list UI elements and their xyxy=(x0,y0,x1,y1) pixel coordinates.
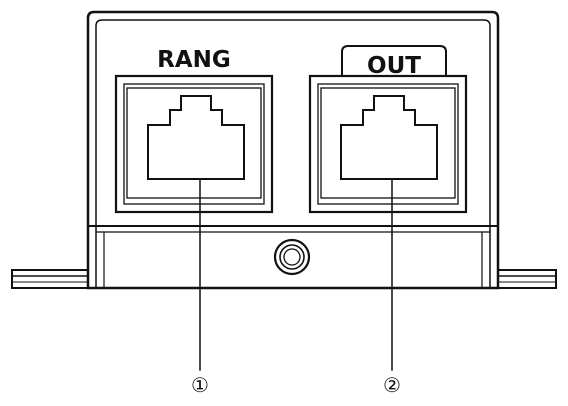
rj45-jack-icon xyxy=(147,95,245,180)
callout-number-1: ① xyxy=(191,373,209,397)
callout-number-2: ② xyxy=(383,373,401,397)
port-label-out: OUT xyxy=(367,53,421,79)
screw-hole-icon xyxy=(273,238,311,276)
port-label-rang: RANG xyxy=(157,47,231,73)
port-rang xyxy=(114,74,274,214)
device-front-panel-diagram: RANG OUT ① ② xyxy=(11,10,557,397)
rj45-jack-icon xyxy=(340,95,438,180)
